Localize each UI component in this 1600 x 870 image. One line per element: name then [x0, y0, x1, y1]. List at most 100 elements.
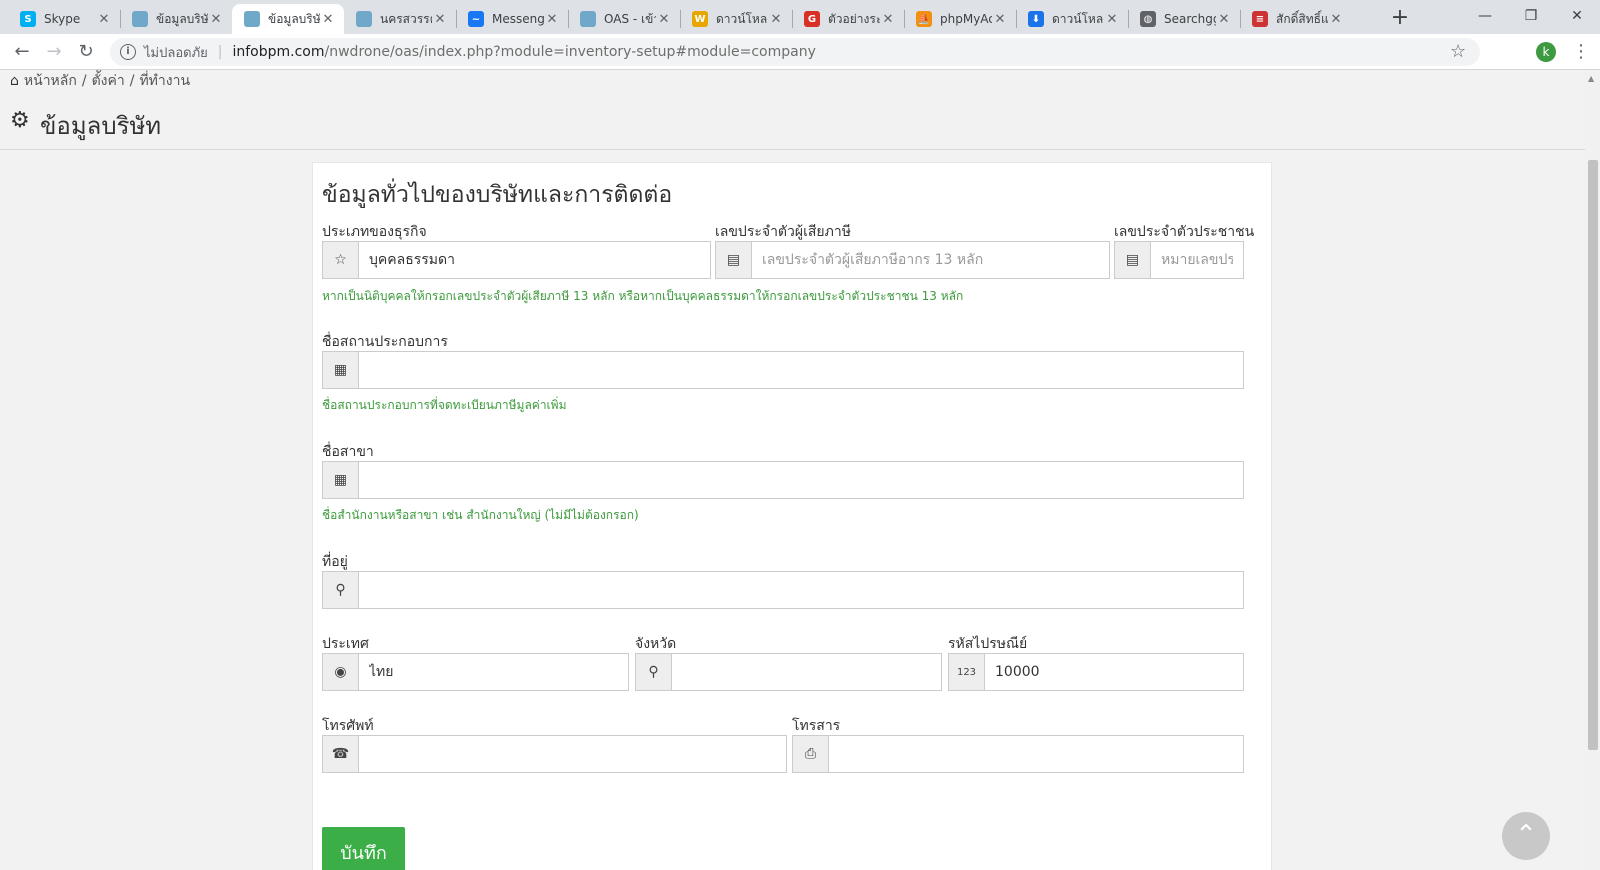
address-bar[interactable]: i ไม่ปลอดภัย | infobpm.com/nwdrone/oas/i… [110, 38, 1480, 66]
phpmyadmin-icon: ⛵ [916, 11, 932, 27]
browser-tab[interactable]: S Skype ✕ [8, 4, 120, 34]
establishment-label: ชื่อสถานประกอบการ [322, 334, 448, 350]
id-card-icon: ▤ [1115, 242, 1151, 278]
breadcrumb-home[interactable]: หน้าหลัก [24, 70, 77, 92]
address-label: ที่อยู่ [322, 554, 348, 570]
tab-close-icon[interactable]: ✕ [1216, 12, 1232, 27]
building-icon: ▦ [323, 352, 359, 388]
menu-kebab-icon[interactable]: ⋮ [1572, 40, 1590, 64]
save-button[interactable]: บันทึก [322, 827, 405, 870]
browser-tab-label: Skype [44, 12, 81, 26]
skype-icon: S [20, 11, 36, 27]
address-input[interactable] [359, 572, 1243, 608]
establishment-hint: ชื่อสถานประกอบการที่จดทะเบียนภาษีมูลค่าเ… [322, 398, 567, 412]
tab-close-icon[interactable]: ✕ [1104, 12, 1120, 27]
page-header: ⚙ ข้อมูลบริษัท [0, 94, 1585, 150]
fax-label: โทรสาร [792, 718, 841, 734]
browser-tab[interactable]: นครสวรรค์ ✕ [344, 4, 456, 34]
browser-tab[interactable]: OAS - เข้า ✕ [568, 4, 680, 34]
page-scrollbar[interactable]: ▲ [1585, 70, 1600, 870]
page-title: ข้อมูลบริษัท [40, 112, 162, 140]
province-input[interactable] [672, 654, 941, 690]
flag-icon: ≡ [1252, 11, 1268, 27]
establishment-input[interactable] [359, 352, 1243, 388]
info-icon[interactable]: i [120, 44, 136, 60]
profile-avatar[interactable]: k [1536, 42, 1556, 62]
gears-icon: ⚙ [10, 108, 30, 133]
tab-close-icon[interactable]: ✕ [96, 12, 112, 27]
breadcrumb-settings[interactable]: ตั้งค่า [92, 70, 125, 92]
postcode-input[interactable] [985, 654, 1243, 690]
url-host: infobpm.com [232, 44, 325, 60]
browser-tab-label: ดาวน์โหลด [1052, 11, 1104, 26]
browser-tab-label: phpMyAc [940, 12, 992, 26]
browser-tab[interactable]: ~ Messeng ✕ [456, 4, 568, 34]
browser-tab[interactable]: ⛵ phpMyAc ✕ [904, 4, 1016, 34]
branch-group: ▦ [322, 461, 1244, 499]
breadcrumb-current: ที่ทำงาน [139, 73, 191, 89]
bookmark-star-icon[interactable]: ☆ [1450, 41, 1466, 62]
new-tab-button[interactable]: + [1387, 6, 1413, 32]
browser-tab-label: สักดิ์สิทธิ์แ [1276, 11, 1328, 26]
company-info-panel: ข้อมูลทั่วไปของบริษัทและการติดต่อ ประเภท… [312, 162, 1272, 870]
tab-close-icon[interactable]: ✕ [544, 12, 560, 27]
fax-group: ⎙ [792, 735, 1244, 773]
star-icon: ☆ [323, 242, 359, 278]
scroll-up-arrow-icon[interactable]: ▲ [1588, 74, 1594, 83]
citizen-id-input[interactable] [1151, 242, 1243, 278]
tab-close-icon[interactable]: ✕ [208, 12, 224, 27]
browser-tab[interactable]: ข้อมูลบริษั ✕ [120, 4, 232, 34]
minimize-button[interactable]: — [1462, 4, 1508, 30]
page-content: ⌂ หน้าหลัก / ตั้งค่า / ที่ทำงาน ⚙ ข้อมูล… [0, 70, 1585, 870]
citizen-id-group: ▤ [1114, 241, 1244, 279]
globe-icon: ◉ [323, 654, 359, 690]
citizen-id-label: เลขประจำตัวประชาชน [1114, 224, 1255, 240]
reload-icon[interactable]: ↻ [74, 40, 98, 64]
browser-tab[interactable]: W ดาวน์โหลด✕ [680, 4, 792, 34]
id-hint-text: หากเป็นนิติบุคคลให้กรอกเลขประจำตัวผู้เสี… [322, 289, 964, 303]
restore-button[interactable]: ❐ [1508, 4, 1554, 30]
separator: | [217, 44, 223, 60]
branch-hint: ชื่อสำนักงานหรือสาขา เช่น สำนักงานใหญ่ (… [322, 508, 639, 522]
browser-tab-label: ข้อมูลบริษั [156, 11, 208, 26]
phone-input[interactable] [359, 736, 786, 772]
browser-tab[interactable]: ข้อมูลบริษั ✕ [232, 4, 344, 34]
browser-tab[interactable]: ≡ สักดิ์สิทธิ์แ ✕ [1240, 4, 1352, 34]
business-type-input[interactable] [359, 242, 710, 278]
tax-id-label: เลขประจำตัวผู้เสียภาษี [715, 224, 851, 240]
tab-close-icon[interactable]: ✕ [320, 12, 336, 27]
phone-icon: ☎ [323, 736, 359, 772]
establishment-group: ▦ [322, 351, 1244, 389]
elephant-icon [580, 11, 596, 27]
browser-tab-label: ตัวอย่างระบ [828, 11, 880, 26]
scrollbar-thumb[interactable] [1588, 160, 1598, 750]
url-text[interactable]: infobpm.com/nwdrone/oas/index.php?module… [232, 44, 815, 60]
browser-tab-label: ข้อมูลบริษั [268, 11, 320, 26]
tab-close-icon[interactable]: ✕ [992, 12, 1008, 27]
tab-close-icon[interactable]: ✕ [1328, 12, 1344, 27]
tab-close-icon[interactable]: ✕ [880, 12, 896, 27]
tab-close-icon[interactable]: ✕ [432, 12, 448, 27]
branch-input[interactable] [359, 462, 1243, 498]
wsr-icon: W [692, 11, 708, 27]
download-icon: ⬇ [1028, 11, 1044, 27]
forward-icon[interactable]: → [42, 40, 66, 64]
tax-id-input[interactable] [752, 242, 1109, 278]
tab-close-icon[interactable]: ✕ [768, 12, 784, 27]
fax-input[interactable] [829, 736, 1243, 772]
g-icon: G [804, 11, 820, 27]
elephant-icon [356, 11, 372, 27]
browser-tab[interactable]: ◍ Searchgg ✕ [1128, 4, 1240, 34]
back-icon[interactable]: ← [10, 40, 34, 64]
scroll-to-top-button[interactable]: ⌃ [1502, 812, 1550, 860]
browser-tab[interactable]: G ตัวอย่างระบ✕ [792, 4, 904, 34]
country-input[interactable] [359, 654, 628, 690]
insecure-label[interactable]: ไม่ปลอดภัย [144, 42, 208, 63]
postcode-label: รหัสไปรษณีย์ [948, 636, 1028, 652]
province-label: จังหวัด [635, 636, 677, 652]
browser-tab[interactable]: ⬇ ดาวน์โหลด✕ [1016, 4, 1128, 34]
tab-close-icon[interactable]: ✕ [656, 12, 672, 27]
close-window-button[interactable]: ✕ [1554, 4, 1600, 30]
breadcrumb-separator: / [129, 73, 135, 89]
home-icon[interactable]: ⌂ [10, 73, 19, 89]
